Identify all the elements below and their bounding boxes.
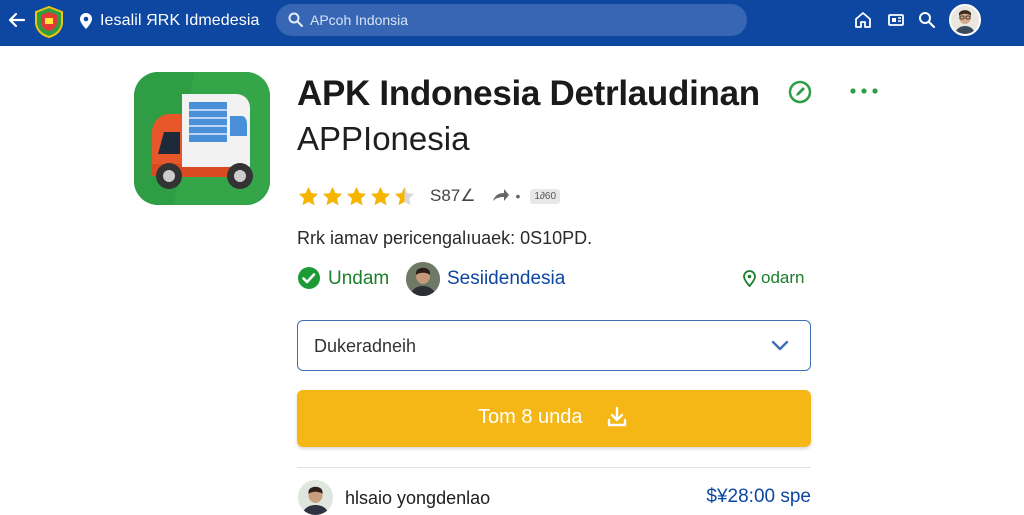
star-icon: [322, 186, 343, 205]
price-link[interactable]: $¥28:00 spe: [706, 486, 811, 508]
chevron-down-icon: [771, 340, 789, 351]
list-item[interactable]: hlsaio yongdenlao $¥28:00 spe: [297, 480, 811, 515]
search-input[interactable]: APcoh Indonsia: [276, 4, 747, 36]
app-name: APK Indonesia Detrlaudinan: [297, 74, 760, 113]
shield-logo-icon[interactable]: [34, 6, 64, 38]
top-app-bar: Iesalil ЯRK Idmedesia APcoh Indonsia: [0, 0, 1024, 46]
star-icon: [298, 186, 319, 205]
location-pin-icon: [743, 270, 756, 287]
select-value: Dukeradneih: [314, 336, 417, 356]
divider: [297, 467, 811, 468]
rating-count: S87∠: [430, 186, 476, 205]
search-icon: [288, 12, 303, 27]
meta-row: Undam Sesiidendesia odarn: [297, 262, 811, 296]
person-avatar-icon: [406, 262, 440, 296]
app-subtitle: APPIonesia: [297, 120, 470, 157]
check-circle-icon: [298, 267, 320, 289]
user-avatar[interactable]: [949, 4, 981, 36]
separator-dot: •: [515, 188, 521, 204]
rating-row: S87∠ • 1∂60: [297, 184, 561, 208]
developer-link[interactable]: Sesiidendesia: [447, 268, 565, 290]
download-icon: [607, 406, 627, 427]
install-button-label: Tom 8 unda: [478, 406, 583, 428]
news-icon[interactable]: [886, 10, 906, 30]
install-button[interactable]: Tom 8 unda: [297, 390, 811, 447]
half-star-icon: [394, 186, 415, 205]
app-description: Rrk iamav pericengalıuaek: 0S10PD.: [297, 228, 593, 248]
delivery-truck-icon: [134, 72, 270, 205]
location-pin-icon: [80, 13, 92, 29]
person-avatar-icon: [951, 6, 979, 34]
edit-icon[interactable]: [788, 80, 812, 104]
reviewer-avatar: [298, 480, 333, 515]
developer-avatar[interactable]: [406, 262, 440, 296]
search-icon[interactable]: [917, 10, 937, 30]
version-select[interactable]: Dukeradneih: [297, 320, 811, 371]
search-placeholder: APcoh Indonsia: [310, 12, 409, 28]
share-icon[interactable]: [490, 187, 510, 205]
reviewer-name: hlsaio yongdenlao: [345, 488, 491, 508]
location-label: odarn: [761, 268, 805, 287]
more-options-icon[interactable]: [849, 86, 879, 96]
home-icon[interactable]: [853, 10, 873, 30]
status-label: Undam: [328, 268, 390, 289]
back-arrow-icon[interactable]: [7, 10, 27, 30]
star-icon: [370, 186, 391, 205]
star-icon: [346, 186, 367, 205]
app-icon: [134, 72, 270, 205]
star-rating: [297, 185, 416, 208]
person-avatar-icon: [298, 480, 333, 515]
app-bar-title: Iesalil ЯRK Idmedesia: [100, 12, 260, 29]
rating-badge: 1∂60: [530, 188, 561, 204]
